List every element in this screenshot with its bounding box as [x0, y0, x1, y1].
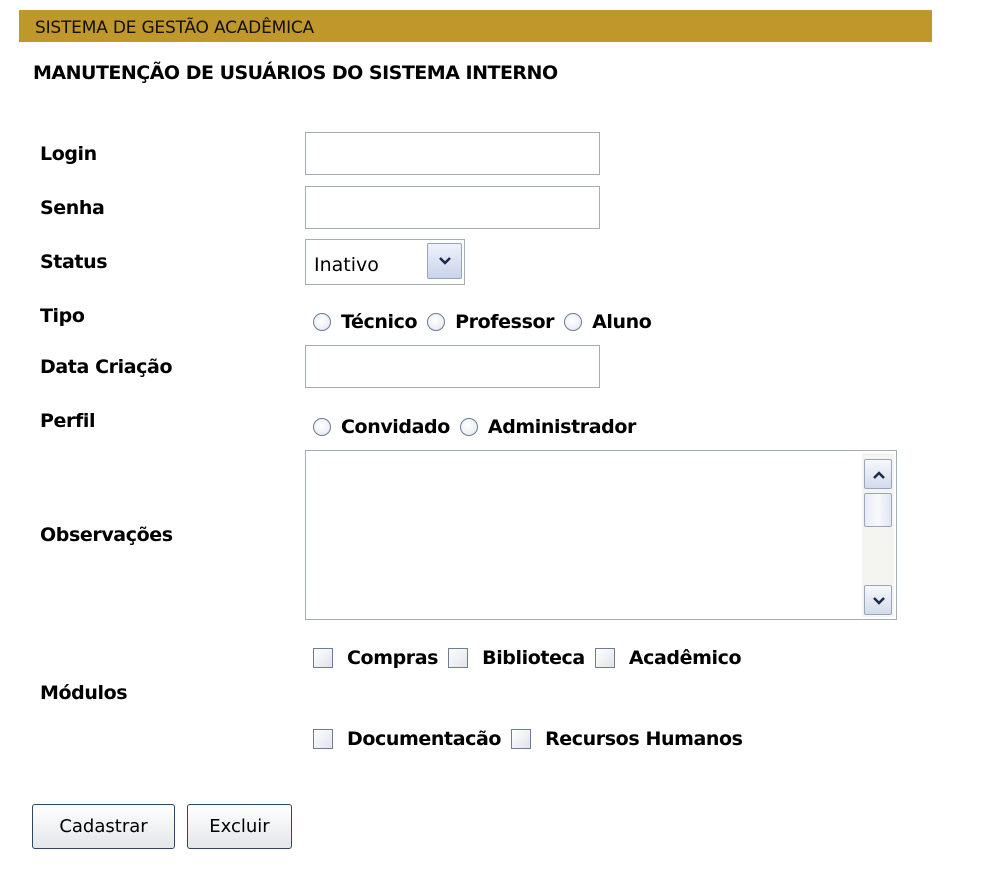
- status-dropdown-button[interactable]: [427, 243, 462, 279]
- tipo-label: Tipo: [40, 305, 85, 327]
- tipo-option-label: Professor: [455, 311, 555, 333]
- perfil-radio-convidado[interactable]: [313, 418, 331, 436]
- tipo-radio-aluno[interactable]: [564, 313, 583, 331]
- perfil-radio-group: Convidado Administrador: [313, 412, 646, 442]
- cadastrar-button[interactable]: Cadastrar: [32, 804, 175, 849]
- observacoes-label: Observações: [40, 524, 173, 546]
- status-selected-value: Inativo: [314, 254, 379, 276]
- modulo-option-label: Compras: [347, 647, 439, 669]
- modulo-checkbox-compras[interactable]: [313, 648, 333, 668]
- modulo-checkbox-documentacao[interactable]: [313, 729, 333, 749]
- login-input[interactable]: [305, 132, 600, 175]
- app-header-bar: SISTEMA DE GESTÃO ACADÊMICA: [19, 10, 932, 42]
- scroll-down-button[interactable]: [864, 585, 892, 615]
- excluir-button[interactable]: Excluir: [187, 804, 292, 849]
- perfil-option-label: Administrador: [487, 416, 636, 438]
- perfil-label: Perfil: [40, 410, 96, 432]
- perfil-radio-administrador[interactable]: [459, 418, 478, 436]
- tipo-radio-group: Técnico Professor Aluno: [313, 307, 661, 337]
- modulo-checkbox-biblioteca[interactable]: [448, 648, 469, 668]
- data-criacao-label: Data Criação: [40, 356, 173, 378]
- modulos-label: Módulos: [40, 682, 128, 704]
- modulo-option-label: Acadêmico: [628, 647, 742, 669]
- scroll-up-button[interactable]: [864, 459, 892, 489]
- chevron-down-icon: [439, 257, 451, 265]
- tipo-option-label: Técnico: [341, 311, 418, 333]
- login-label: Login: [40, 143, 97, 165]
- page-title: MANUTENÇÃO DE USUÁRIOS DO SISTEMA INTERN…: [33, 62, 558, 84]
- scroll-thumb[interactable]: [864, 493, 892, 527]
- tipo-radio-professor[interactable]: [427, 313, 446, 331]
- observacoes-textarea[interactable]: [305, 450, 897, 620]
- chevron-down-icon: [873, 597, 885, 605]
- modulo-checkbox-recursos-humanos[interactable]: [511, 729, 532, 749]
- data-criacao-input[interactable]: [305, 345, 600, 388]
- modulo-checkbox-academico[interactable]: [594, 648, 615, 668]
- status-label: Status: [40, 251, 108, 273]
- modulo-option-label: Documentacão: [347, 728, 502, 750]
- modulos-row-1: Compras Biblioteca Acadêmico: [313, 643, 751, 673]
- senha-label: Senha: [40, 197, 105, 219]
- modulo-option-label: Biblioteca: [482, 647, 585, 669]
- textarea-scrollbar[interactable]: [862, 453, 894, 617]
- senha-input[interactable]: [305, 186, 600, 229]
- chevron-up-icon: [873, 471, 885, 479]
- tipo-option-label: Aluno: [592, 311, 652, 333]
- perfil-option-label: Convidado: [341, 416, 450, 438]
- tipo-radio-tecnico[interactable]: [313, 313, 331, 331]
- app-title: SISTEMA DE GESTÃO ACADÊMICA: [35, 18, 314, 38]
- modulos-row-2: Documentacão Recursos Humanos: [313, 724, 753, 754]
- modulo-option-label: Recursos Humanos: [545, 728, 743, 750]
- status-select[interactable]: Inativo: [305, 239, 465, 285]
